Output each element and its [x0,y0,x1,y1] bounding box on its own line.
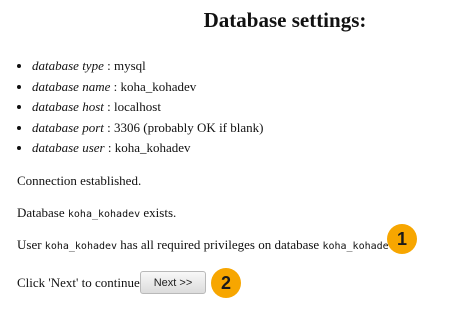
setting-value: koha_kohadev [120,78,197,94]
setting-database-port: database port : 3306 (probably OK if bla… [32,118,263,139]
connection-status-message: Connection established. [17,173,142,188]
setting-value: localhost [114,99,161,114]
continue-prompt: Click 'Next' to continue [17,275,140,290]
message-text: exists. [140,205,177,220]
setting-key: database port [32,119,104,135]
message-text: has all required privileges on database [117,237,323,252]
setting-key: database user [32,140,105,155]
setting-separator: : [110,78,121,94]
setting-database-type: database type : mysql [32,56,263,77]
setting-value: mysql [113,58,146,73]
setting-database-name: database name : koha_kohadev [32,77,263,98]
step-badge-1: 1 [387,224,417,254]
setting-database-host: database host : localhost [32,97,263,118]
setting-value: 3306 (probably OK if blank) [114,119,264,135]
message-text: Database [17,205,68,220]
setting-separator: : [103,99,114,114]
setting-database-user: database user : koha_kohadev [32,138,263,159]
step-badge-2: 2 [211,268,241,298]
setting-separator: : [104,140,115,155]
database-exists-message: Database koha_kohadev exists. [17,205,176,223]
user-privileges-message: User koha_kohadev has all required privi… [17,237,398,255]
setting-value: koha_kohadev [114,140,191,155]
page-title: Database settings: [203,8,367,32]
database-name-code: koha_kohadev [322,241,395,252]
setting-key: database type [32,58,104,73]
database-name-code: koha_kohadev [67,209,141,220]
next-button[interactable]: Next >> [140,271,206,294]
user-name-code: koha_kohadev [44,241,118,252]
database-settings-list: database type : mysql database name : ko… [16,56,263,159]
setting-separator: : [103,119,114,135]
setting-key: database name [32,78,111,94]
setting-key: database host [32,99,104,114]
message-text: User [17,237,45,252]
setting-separator: : [103,58,114,73]
